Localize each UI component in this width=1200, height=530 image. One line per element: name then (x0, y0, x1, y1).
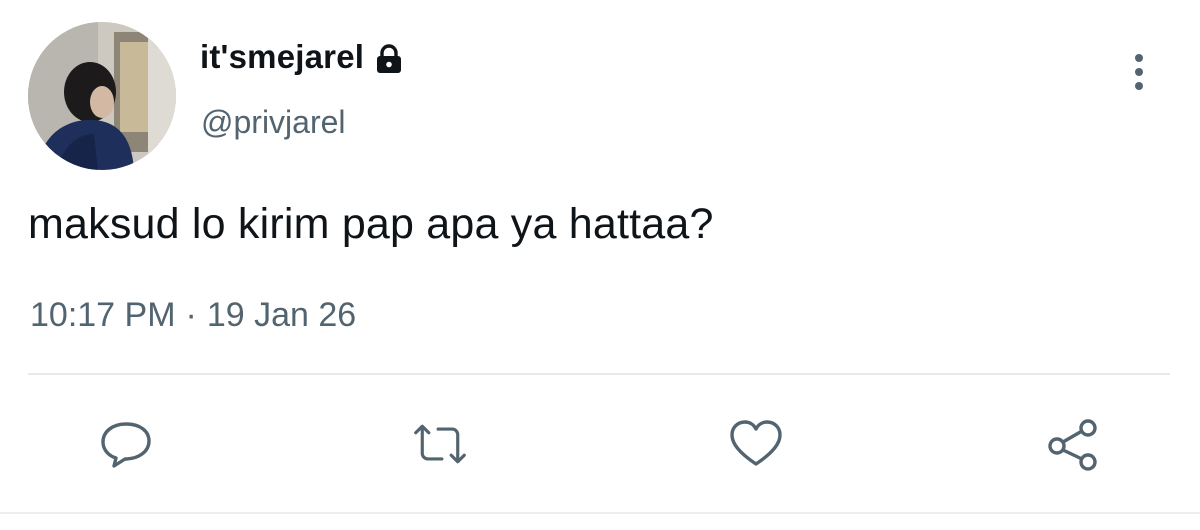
tweet-timestamp[interactable]: 10:17 PM · 19 Jan 26 (30, 296, 356, 335)
tweet-date: 19 Jan 26 (206, 296, 357, 334)
share-button[interactable] (1044, 416, 1100, 472)
avatar[interactable] (28, 22, 176, 170)
lock-icon (374, 43, 404, 75)
profile-photo (28, 22, 176, 170)
retweet-icon (414, 424, 466, 464)
divider (28, 373, 1170, 375)
bottom-divider (0, 512, 1200, 514)
display-name[interactable]: it'smejarel (200, 38, 364, 76)
reply-icon (101, 422, 151, 468)
like-icon (730, 420, 782, 466)
tweet-time: 10:17 PM (30, 296, 176, 334)
more-vertical-icon[interactable] (1122, 48, 1156, 96)
like-button[interactable] (728, 416, 784, 472)
tweet-text: maksud lo kirim pap apa ya hattaa? (28, 200, 714, 248)
reply-button[interactable] (98, 416, 154, 472)
tweet: it'smejarel @privjarel maksud lo kirim p… (0, 0, 1200, 530)
display-name-row: it'smejarel (200, 38, 404, 76)
share-icon (1048, 419, 1097, 471)
timestamp-separator: · (185, 296, 197, 334)
username-handle[interactable]: @privjarel (201, 104, 346, 141)
retweet-button[interactable] (412, 416, 468, 472)
